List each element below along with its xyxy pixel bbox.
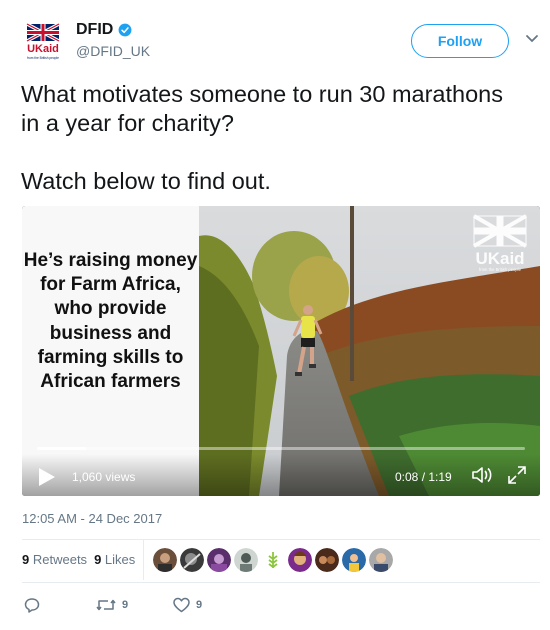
svg-text:UKaid: UKaid <box>27 43 59 55</box>
tweet-timestamp[interactable]: 12:05 AM - 24 Dec 2017 <box>22 511 162 526</box>
engagement-stats: 9 Retweets 9 Likes <box>22 552 135 567</box>
retweet-button[interactable]: 9 <box>96 597 128 613</box>
likes-count: 9 <box>94 552 102 567</box>
svg-text:from the British people: from the British people <box>27 56 59 60</box>
retweets-count: 9 <box>22 552 30 567</box>
retweets-label: Retweets <box>32 552 88 567</box>
fullscreen-icon[interactable] <box>507 465 527 485</box>
tweet-text-line-2: Watch below to find out. <box>21 168 271 194</box>
liker-avatar[interactable] <box>153 548 177 572</box>
likes-label: Likes <box>104 552 136 567</box>
retweet-icon <box>96 599 116 611</box>
liker-avatar[interactable] <box>234 548 258 572</box>
ukaid-watermark-icon: UKaid from the British people <box>473 214 527 272</box>
volume-icon[interactable] <box>471 465 493 485</box>
tweet-text-line-1: What motivates someone to run 30 maratho… <box>21 81 503 136</box>
retweet-count: 9 <box>122 599 129 611</box>
account-handle[interactable]: @DFID_UK <box>76 43 150 59</box>
video-caption-panel: He’s raising money for Farm Africa, who … <box>22 206 199 496</box>
verified-badge-icon <box>118 23 132 37</box>
liker-avatars <box>153 548 393 572</box>
like-count: 9 <box>196 599 203 611</box>
liker-avatar[interactable] <box>315 548 339 572</box>
video-progress-bar[interactable] <box>37 447 525 450</box>
divider <box>22 539 540 540</box>
video-player[interactable]: He’s raising money for Farm Africa, who … <box>22 206 540 496</box>
account-avatar[interactable]: UKaid from the British people <box>22 20 64 62</box>
retweets-stat[interactable]: 9 Retweets <box>22 552 87 567</box>
liker-avatar[interactable] <box>342 548 366 572</box>
ukaid-logo-icon: UKaid from the British people <box>22 20 64 62</box>
liker-avatar[interactable] <box>180 548 204 572</box>
like-button[interactable]: 9 <box>173 597 202 613</box>
display-name[interactable]: DFID <box>76 21 113 39</box>
play-icon[interactable] <box>38 467 56 487</box>
liker-avatar[interactable] <box>207 548 231 572</box>
account-name-row: DFID <box>76 21 132 39</box>
chevron-down-icon[interactable] <box>525 34 539 44</box>
reply-button[interactable] <box>24 597 40 613</box>
liker-avatar[interactable] <box>288 548 312 572</box>
svg-text:UKaid: UKaid <box>475 249 524 268</box>
divider <box>143 540 144 580</box>
video-progress-fill <box>37 447 87 450</box>
heart-icon <box>173 597 190 613</box>
divider <box>22 582 540 583</box>
reply-icon <box>24 598 40 613</box>
likes-stat[interactable]: 9 Likes <box>94 552 135 567</box>
liker-avatar[interactable] <box>369 548 393 572</box>
tweet-text: What motivates someone to run 30 maratho… <box>21 80 521 196</box>
video-caption: He’s raising money for Farm Africa, who … <box>23 250 198 393</box>
video-view-count: 1,060 views <box>72 470 136 484</box>
follow-button[interactable]: Follow <box>411 24 509 58</box>
video-time: 0:08 / 1:19 <box>395 470 452 484</box>
svg-text:from the British people: from the British people <box>479 267 522 272</box>
liker-avatar[interactable] <box>261 548 285 572</box>
